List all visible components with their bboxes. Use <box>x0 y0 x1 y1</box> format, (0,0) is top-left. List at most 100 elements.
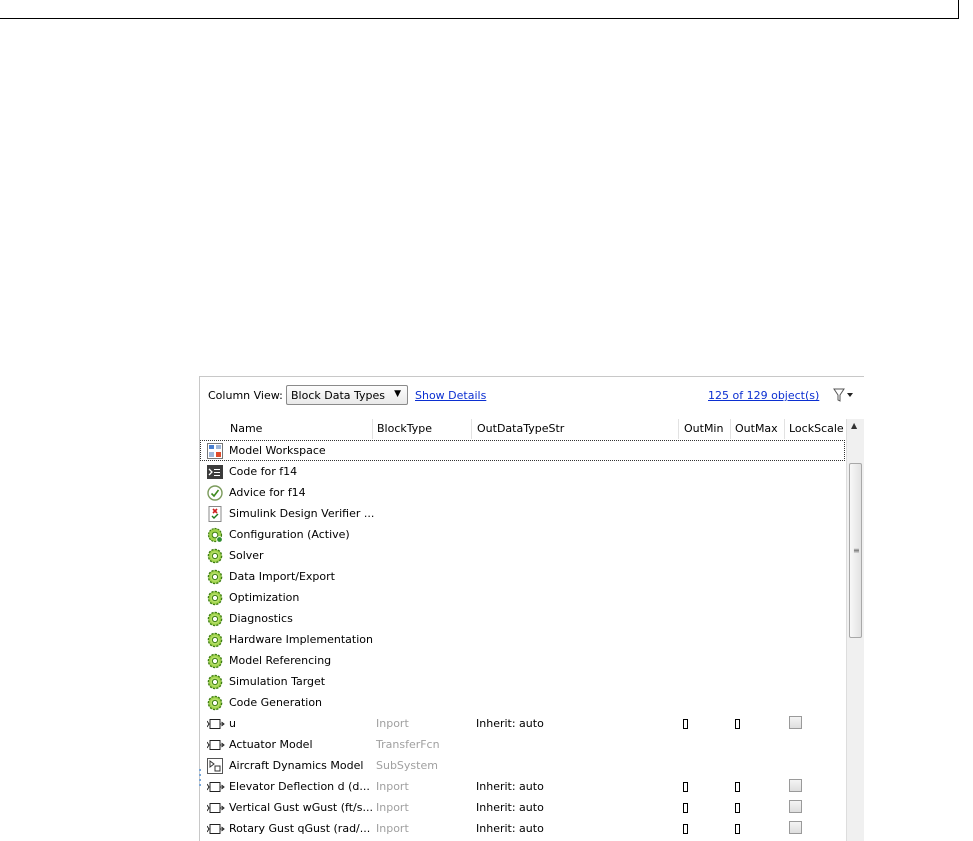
row-name: u <box>229 717 236 730</box>
row-name: Rotary Gust qGust (rad/... <box>229 822 371 835</box>
row-blocktype: TransferFcn <box>376 738 440 751</box>
column-header-lockscale[interactable]: LockScale <box>789 422 844 435</box>
model-workspace-icon <box>207 443 223 459</box>
outmax-field[interactable] <box>735 719 740 729</box>
table-row[interactable]: Code for f14 <box>200 461 845 482</box>
column-separator <box>678 419 679 439</box>
row-name: Model Workspace <box>229 444 326 457</box>
table-row[interactable]: Simulation Target <box>200 671 845 692</box>
table-row[interactable]: u Inport Inherit: auto <box>200 713 845 734</box>
column-separator <box>730 419 731 439</box>
table-row[interactable]: Simulink Design Verifier ... <box>200 503 845 524</box>
outmin-field[interactable] <box>683 782 688 792</box>
row-blocktype: Inport <box>376 717 409 730</box>
column-separator <box>372 419 373 439</box>
gear-icon <box>207 674 223 690</box>
row-name: Aircraft Dynamics Model <box>229 759 364 772</box>
lockscale-checkbox[interactable] <box>789 716 802 729</box>
row-outdatatypestr[interactable]: Inherit: auto <box>476 717 544 730</box>
chevron-down-icon: ▼ <box>394 389 401 399</box>
object-count-link[interactable]: 125 of 129 object(s) <box>708 389 819 402</box>
row-blocktype: SubSystem <box>376 759 438 772</box>
row-name: Solver <box>229 549 264 562</box>
column-header-outmax[interactable]: OutMax <box>735 422 778 435</box>
outmin-field[interactable] <box>683 719 688 729</box>
column-header-outmin[interactable]: OutMin <box>684 422 723 435</box>
row-name: Simulation Target <box>229 675 326 688</box>
subsystem-icon <box>207 758 223 774</box>
block-port-icon <box>206 716 225 732</box>
table-row[interactable]: Optimization <box>200 587 845 608</box>
column-view-dropdown[interactable]: Block Data Types ▼ <box>286 385 408 405</box>
table-row[interactable]: Rotary Gust qGust (rad/... Inport Inherit:… <box>200 818 845 839</box>
column-separator <box>471 419 472 439</box>
column-header-outdatatypestr[interactable]: OutDataTypeStr <box>477 422 564 435</box>
row-outdatatypestr[interactable]: Inherit: auto <box>476 822 544 835</box>
row-outdatatypestr[interactable]: Inherit: auto <box>476 780 544 793</box>
gear-icon <box>207 653 223 669</box>
vertical-scrollbar[interactable]: ▲ ≡ <box>846 419 864 841</box>
table-row[interactable]: Solver <box>200 545 845 566</box>
row-name: Diagnostics <box>229 612 293 625</box>
page-top-tick <box>958 0 959 19</box>
block-port-icon <box>206 737 225 753</box>
scrollbar-thumb[interactable]: ≡ <box>849 463 862 638</box>
column-separator <box>784 419 785 439</box>
lockscale-checkbox[interactable] <box>789 779 802 792</box>
table-row[interactable]: Actuator Model TransferFcn <box>200 734 845 755</box>
code-icon <box>207 464 223 480</box>
table-row[interactable]: Model Referencing <box>200 650 845 671</box>
lockscale-checkbox[interactable] <box>789 821 802 834</box>
table-row[interactable]: Configuration (Active) <box>200 524 845 545</box>
row-name: Elevator Deflection d (d... <box>229 780 370 793</box>
table-header: Name BlockType OutDataTypeStr OutMin Out… <box>200 419 864 439</box>
table-row[interactable]: Diagnostics <box>200 608 845 629</box>
table-row[interactable]: Elevator Deflection d (d... Inport Inherit… <box>200 776 845 797</box>
row-name: Code for f14 <box>229 465 298 478</box>
block-port-icon <box>206 800 225 816</box>
advice-check-icon <box>207 485 223 501</box>
scroll-up-arrow-icon[interactable]: ▲ <box>851 421 857 430</box>
configuration-active-icon <box>207 527 223 543</box>
show-details-link[interactable]: Show Details <box>415 389 486 402</box>
row-name: Actuator Model <box>229 738 313 751</box>
scrollbar-grip-icon: ≡ <box>853 546 860 555</box>
row-name: Simulink Design Verifier ... <box>229 507 375 520</box>
row-name: Model Referencing <box>229 654 332 667</box>
filter-icon[interactable] <box>832 386 854 404</box>
outmin-field[interactable] <box>683 803 688 813</box>
column-header-name[interactable]: Name <box>230 422 262 435</box>
lockscale-checkbox[interactable] <box>789 800 802 813</box>
page-top-rule <box>0 18 958 19</box>
model-explorer-contents-pane: Column View: Block Data Types ▼ Show Det… <box>199 376 864 841</box>
table-row[interactable]: Model Workspace <box>200 440 845 461</box>
gear-icon <box>207 548 223 564</box>
row-name: Data Import/Export <box>229 570 335 583</box>
row-name: Advice for f14 <box>229 486 306 499</box>
column-header-blocktype[interactable]: BlockType <box>377 422 432 435</box>
design-verifier-icon <box>207 506 223 522</box>
pane-resize-grip[interactable] <box>199 769 202 791</box>
row-blocktype: Inport <box>376 801 409 814</box>
table-row[interactable]: Data Import/Export <box>200 566 845 587</box>
gear-icon <box>207 695 223 711</box>
outmax-field[interactable] <box>735 803 740 813</box>
row-name: Configuration (Active) <box>229 528 350 541</box>
outmin-field[interactable] <box>683 824 688 834</box>
table-row[interactable]: Vertical Gust wGust (ft/s... Inport Inheri… <box>200 797 845 818</box>
row-outdatatypestr[interactable]: Inherit: auto <box>476 801 544 814</box>
gear-icon <box>207 632 223 648</box>
row-name: Code Generation <box>229 696 323 709</box>
table-row[interactable]: Hardware Implementation <box>200 629 845 650</box>
block-port-icon <box>206 779 225 795</box>
gear-icon <box>207 590 223 606</box>
table-row[interactable]: Advice for f14 <box>200 482 845 503</box>
row-blocktype: Inport <box>376 822 409 835</box>
gear-icon <box>207 611 223 627</box>
block-port-icon <box>206 821 225 837</box>
outmax-field[interactable] <box>735 782 740 792</box>
table-row[interactable]: Code Generation <box>200 692 845 713</box>
row-name: Hardware Implementation <box>229 633 373 646</box>
table-row[interactable]: Aircraft Dynamics Model SubSystem <box>200 755 845 776</box>
outmax-field[interactable] <box>735 824 740 834</box>
